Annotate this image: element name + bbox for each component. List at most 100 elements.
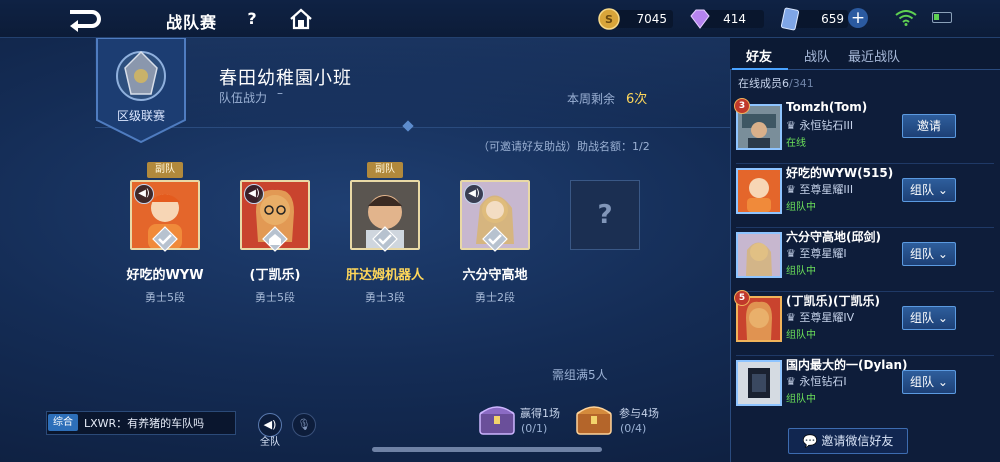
online-member-count: 在线成员6/341 xyxy=(738,75,814,91)
empty-member-slot[interactable]: ? xyxy=(570,180,640,250)
diamond-value: 414 xyxy=(723,12,746,26)
member-rank: 勇士5段 xyxy=(145,291,185,304)
friend-row[interactable]: 5 (丁凯乐)(丁凯乐) ♛ 至尊星耀IV 组队中 组队 ⌄ xyxy=(730,290,1000,356)
friend-rank: ♛ 永恒钻石III xyxy=(786,119,854,132)
team-up-label: 组队 xyxy=(910,311,935,325)
team-up-label: 组队 xyxy=(910,375,935,389)
avatar xyxy=(736,168,782,214)
member-name: 六分守高地 xyxy=(462,268,528,283)
chest-progress: (0/4) xyxy=(620,422,647,435)
coin-counter: S 7045 xyxy=(597,7,673,31)
ready-check-icon xyxy=(482,226,508,252)
battery-icon xyxy=(932,12,952,23)
invite-hint: （可邀请好友助战）助战名额：1/2 xyxy=(478,140,650,153)
tab-team[interactable]: 战队 xyxy=(804,46,830,65)
friend-rank-text: 至尊星耀III xyxy=(799,183,854,196)
level-badge: 5 xyxy=(734,290,750,306)
chat-channel-tag[interactable]: 综合 xyxy=(48,414,78,431)
friend-name: (丁凯乐)(丁凯乐) xyxy=(786,294,880,308)
friend-name: 六分守高地(邱剑) xyxy=(786,230,881,244)
vice-captain-tag: 副队 xyxy=(147,162,183,178)
svg-text:S: S xyxy=(605,13,613,26)
team-up-button[interactable]: 组队 ⌄ xyxy=(902,370,956,394)
team-up-label: 组队 xyxy=(910,247,935,261)
friend-rank-text: 永恒钻石I xyxy=(799,375,847,388)
gold-coin-icon: S xyxy=(597,7,621,31)
league-label: 区级联赛 xyxy=(116,109,165,123)
team-up-label: 组队 xyxy=(910,183,935,197)
level-badge: 3 xyxy=(734,98,750,114)
win-chest-icon[interactable] xyxy=(477,400,517,436)
friend-row[interactable]: 六分守高地(邱剑) ♛ 至尊星耀I 组队中 组队 ⌄ xyxy=(730,228,1000,292)
team-voice-label: 全队 xyxy=(260,437,280,448)
member-rank: 勇士5段 xyxy=(255,291,295,304)
member-slot[interactable]: ◀) xyxy=(460,180,530,252)
microphone-icon[interactable]: 🎙 xyxy=(292,413,316,437)
friend-rank: ♛ 至尊星耀IV xyxy=(786,311,855,324)
friend-name: 国内最大的一(Dylan) xyxy=(786,358,908,372)
diamond-counter: 414 xyxy=(688,7,764,31)
active-tab-indicator xyxy=(732,68,788,70)
member-name: 好吃的WYW xyxy=(126,268,204,283)
wifi-icon xyxy=(895,10,917,26)
friend-status: 组队中 xyxy=(786,394,816,405)
friend-rank-text: 至尊星耀IV xyxy=(799,311,855,324)
home-icon[interactable] xyxy=(288,7,314,31)
friend-row[interactable]: 3 Tomzh(Tom) ♛ 永恒钻石III 在线 邀请 xyxy=(730,98,1000,164)
participation-chest-icon[interactable] xyxy=(574,400,614,436)
team-up-button[interactable]: 组队 ⌄ xyxy=(902,306,956,330)
team-up-button[interactable]: 组队 ⌄ xyxy=(902,242,956,266)
help-icon[interactable]: ? xyxy=(240,7,264,31)
avatar xyxy=(736,232,782,278)
friend-status: 在线 xyxy=(786,138,806,149)
chest-progress: (0/1) xyxy=(521,422,548,435)
voucher-icon xyxy=(778,7,802,31)
invite-wechat-label: 邀请微信好友 xyxy=(821,434,894,448)
speaker-icon: ◀) xyxy=(464,184,484,204)
weekly-remaining-label: 本周剩余 xyxy=(567,92,616,106)
friend-name: Tomzh(Tom) xyxy=(786,100,868,114)
back-arrow-icon[interactable] xyxy=(66,6,106,32)
team-power-label: 队伍战力 xyxy=(219,91,268,105)
speaker-icon: ◀) xyxy=(244,184,264,204)
friend-rank: ♛ 至尊星耀III xyxy=(786,183,854,196)
tab-friends[interactable]: 好友 xyxy=(746,46,772,65)
chat-message: LXWR：有养猪的车队吗 xyxy=(84,417,205,430)
invite-button[interactable]: 邀请 xyxy=(902,114,956,138)
vice-captain-tag: 副队 xyxy=(367,162,403,178)
friend-rank-text: 永恒钻石III xyxy=(799,119,854,132)
ready-check-icon xyxy=(372,226,398,252)
friend-rank: ♛ 至尊星耀I xyxy=(786,247,847,260)
friend-rank: ♛ 永恒钻石I xyxy=(786,375,847,388)
friend-status: 组队中 xyxy=(786,330,816,341)
team-name: 春田幼稚園小班 xyxy=(219,68,352,89)
team-power-value: – xyxy=(277,86,283,100)
member-slot[interactable]: ◀) xyxy=(130,180,200,252)
ready-check-icon xyxy=(152,226,178,252)
friend-row[interactable]: 好吃的WYW(515) ♛ 至尊星耀III 组队中 组队 ⌄ xyxy=(730,164,1000,228)
diamond-icon xyxy=(688,7,712,31)
team-header xyxy=(95,38,730,128)
team-up-button[interactable]: 组队 ⌄ xyxy=(902,178,956,202)
invite-wechat-friends-button[interactable]: 💬 邀请微信好友 xyxy=(788,428,908,454)
plus-icon[interactable]: + xyxy=(848,8,868,28)
friend-rank-text: 至尊星耀I xyxy=(799,247,847,260)
online-count-total: /341 xyxy=(789,77,814,90)
tab-recent-teams[interactable]: 最近战队 xyxy=(848,46,900,65)
friend-status: 组队中 xyxy=(786,202,816,213)
avatar xyxy=(736,360,782,406)
team-size-hint: 需组满5人 xyxy=(552,368,608,382)
friend-status: 组队中 xyxy=(786,266,816,277)
coin-value: 7045 xyxy=(636,12,667,26)
member-name: (丁凯乐) xyxy=(249,268,301,283)
online-count-label: 在线成员6 xyxy=(738,77,789,90)
member-name: 肝达姆机器人 xyxy=(345,268,424,283)
member-slot[interactable] xyxy=(350,180,420,252)
speaker-icon: ◀) xyxy=(134,184,154,204)
member-slot[interactable]: ◀) xyxy=(240,180,310,252)
chest-title: 参与4场 xyxy=(619,407,659,420)
voucher-value: 659 xyxy=(821,12,844,26)
voucher-counter: 659 xyxy=(778,7,848,31)
chest-title: 赢得1场 xyxy=(520,407,560,420)
friend-row[interactable]: 国内最大的一(Dylan) ♛ 永恒钻石I 组队中 组队 ⌄ xyxy=(730,356,1000,420)
